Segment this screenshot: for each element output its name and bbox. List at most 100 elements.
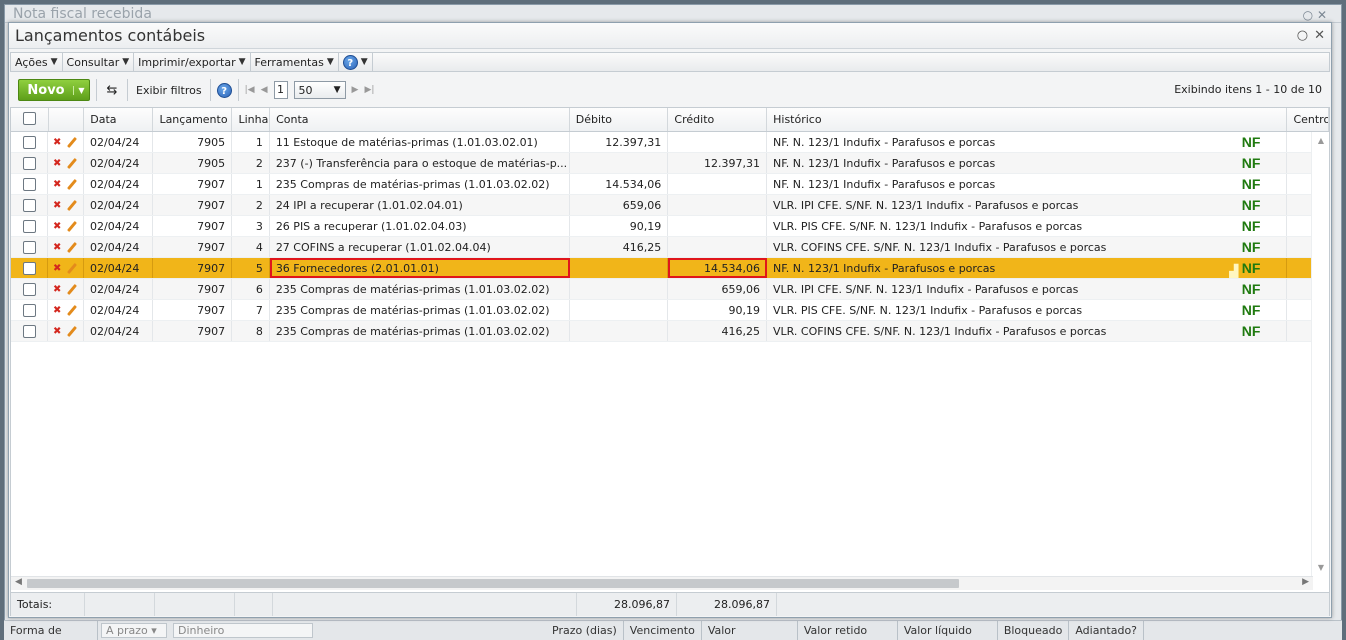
first-page-icon[interactable]: |◀ [245, 85, 255, 95]
next-page-icon[interactable]: ▶ [352, 85, 359, 95]
edit-pencil-icon[interactable] [67, 283, 78, 295]
checkbox[interactable] [22, 112, 36, 125]
delete-icon[interactable]: ✖ [53, 258, 61, 278]
last-page-icon[interactable]: ▶| [364, 85, 374, 95]
scroll-right-icon[interactable]: ▶ [1302, 577, 1309, 587]
help-icon[interactable]: ? [216, 82, 232, 98]
checkbox[interactable] [22, 283, 36, 296]
checkbox[interactable] [22, 262, 36, 275]
footer-prazo-select[interactable]: A prazo ▾ [101, 623, 167, 638]
header-data[interactable]: Data [84, 108, 154, 131]
nf-icon[interactable]: NF [1242, 153, 1261, 173]
delete-icon[interactable]: ✖ [53, 174, 61, 194]
page-size-select[interactable]: 50 ▼ [293, 81, 346, 99]
delete-icon[interactable]: ✖ [53, 321, 61, 341]
header-credito[interactable]: Crédito [668, 108, 768, 131]
edit-pencil-icon[interactable] [67, 262, 78, 274]
nf-icon[interactable]: NF [1242, 174, 1261, 194]
menu-help[interactable]: ? ▼ [339, 53, 373, 71]
cell-data: 02/04/24 [84, 279, 154, 299]
table-row[interactable]: ✖ 02/04/24 7907 4 27 COFINS a recuperar (1.0… [11, 237, 1329, 258]
delete-icon[interactable]: ✖ [53, 300, 61, 320]
delete-icon[interactable]: ✖ [53, 132, 61, 152]
nf-icon[interactable]: NF [1242, 321, 1261, 341]
menu-ferramentas[interactable]: Ferramentas ▼ [251, 53, 339, 71]
refresh-icon[interactable]: ⇆ [103, 83, 121, 98]
checkbox[interactable] [22, 136, 36, 149]
row-select-cell[interactable] [11, 132, 49, 152]
nf-icon[interactable]: NF [1242, 195, 1261, 215]
close-icon[interactable]: ✕ [1314, 23, 1325, 49]
nf-icon[interactable]: NF [1242, 300, 1261, 320]
row-select-cell[interactable] [11, 174, 49, 194]
row-select-cell[interactable] [11, 195, 49, 215]
header-select-all[interactable] [11, 108, 49, 131]
header-historico[interactable]: Histórico [767, 108, 1288, 131]
table-row[interactable]: ✖ 02/04/24 7907 5 36 Fornecedores (2.01.01.0… [11, 258, 1329, 279]
delete-icon[interactable]: ✖ [53, 279, 61, 299]
edit-pencil-icon[interactable] [67, 199, 78, 211]
checkbox[interactable] [22, 178, 36, 191]
scroll-thumb[interactable] [27, 579, 959, 588]
table-row[interactable]: ✖ 02/04/24 7907 2 24 IPI a recuperar (1.01.0… [11, 195, 1329, 216]
row-select-cell[interactable] [11, 300, 49, 320]
delete-icon[interactable]: ✖ [53, 153, 61, 173]
chart-icon[interactable]: ▟ [1229, 261, 1238, 278]
comment-icon[interactable]: ○ [1297, 23, 1308, 49]
scroll-left-icon[interactable]: ◀ [15, 577, 22, 587]
nf-icon[interactable]: NF [1242, 258, 1261, 278]
header-conta[interactable]: Conta [270, 108, 570, 131]
edit-pencil-icon[interactable] [67, 157, 78, 169]
checkbox[interactable] [22, 304, 36, 317]
edit-pencil-icon[interactable] [67, 136, 78, 148]
header-linha[interactable]: Linha [232, 108, 271, 131]
row-select-cell[interactable] [11, 216, 49, 236]
row-select-cell[interactable] [11, 321, 49, 341]
delete-icon[interactable]: ✖ [53, 237, 61, 257]
menu-acoes[interactable]: Ações ▼ [11, 53, 63, 71]
page-input[interactable]: 1 [273, 81, 288, 99]
row-select-cell[interactable] [11, 153, 49, 173]
header-lancamento[interactable]: Lançamento [153, 108, 233, 131]
checkbox[interactable] [22, 241, 36, 254]
chevron-down-icon[interactable]: ▼ [73, 85, 89, 95]
checkbox[interactable] [22, 199, 36, 212]
header-debito[interactable]: Débito [570, 108, 669, 131]
edit-pencil-icon[interactable] [67, 178, 78, 190]
nf-icon[interactable]: NF [1242, 237, 1261, 257]
edit-pencil-icon[interactable] [67, 241, 78, 253]
footer-dinheiro-select[interactable]: Dinheiro [173, 623, 313, 638]
checkbox[interactable] [22, 325, 36, 338]
edit-pencil-icon[interactable] [67, 325, 78, 337]
scroll-up-icon[interactable]: ▲ [1312, 136, 1330, 145]
table-row[interactable]: ✖ 02/04/24 7905 1 11 Estoque de matérias-pri… [11, 132, 1329, 153]
table-row[interactable]: ✖ 02/04/24 7905 2 237 (-) Transferência para… [11, 153, 1329, 174]
prev-page-icon[interactable]: ◀ [261, 85, 268, 95]
nf-icon[interactable]: NF [1242, 132, 1261, 152]
row-select-cell[interactable] [11, 237, 49, 257]
menu-consultar[interactable]: Consultar ▼ [63, 53, 135, 71]
background-window-controls[interactable]: ○ ✕ [1303, 8, 1327, 22]
menu-imprimir-exportar[interactable]: Imprimir/exportar ▼ [134, 53, 251, 71]
row-select-cell[interactable] [11, 258, 49, 278]
scroll-down-icon[interactable]: ▼ [1312, 563, 1330, 572]
checkbox[interactable] [22, 157, 36, 170]
edit-pencil-icon[interactable] [67, 220, 78, 232]
horizontal-scrollbar[interactable]: ◀ ▶ [11, 576, 1313, 590]
new-button[interactable]: Novo ▼ [18, 79, 90, 101]
table-row[interactable]: ✖ 02/04/24 7907 7 235 Compras de matérias-pr… [11, 300, 1329, 321]
table-row[interactable]: ✖ 02/04/24 7907 1 235 Compras de matérias-pr… [11, 174, 1329, 195]
delete-icon[interactable]: ✖ [53, 216, 61, 236]
table-row[interactable]: ✖ 02/04/24 7907 8 235 Compras de matérias-pr… [11, 321, 1329, 342]
delete-icon[interactable]: ✖ [53, 195, 61, 215]
header-centro[interactable]: Centro [1287, 108, 1329, 131]
checkbox[interactable] [22, 220, 36, 233]
nf-icon[interactable]: NF [1242, 216, 1261, 236]
table-row[interactable]: ✖ 02/04/24 7907 3 26 PIS a recuperar (1.01.0… [11, 216, 1329, 237]
nf-icon[interactable]: NF [1242, 279, 1261, 299]
table-row[interactable]: ✖ 02/04/24 7907 6 235 Compras de matérias-pr… [11, 279, 1329, 300]
edit-pencil-icon[interactable] [67, 304, 78, 316]
show-filters-button[interactable]: Exibir filtros [134, 84, 204, 97]
row-select-cell[interactable] [11, 279, 49, 299]
vertical-scrollbar[interactable]: ▲ ▼ [1311, 132, 1329, 576]
